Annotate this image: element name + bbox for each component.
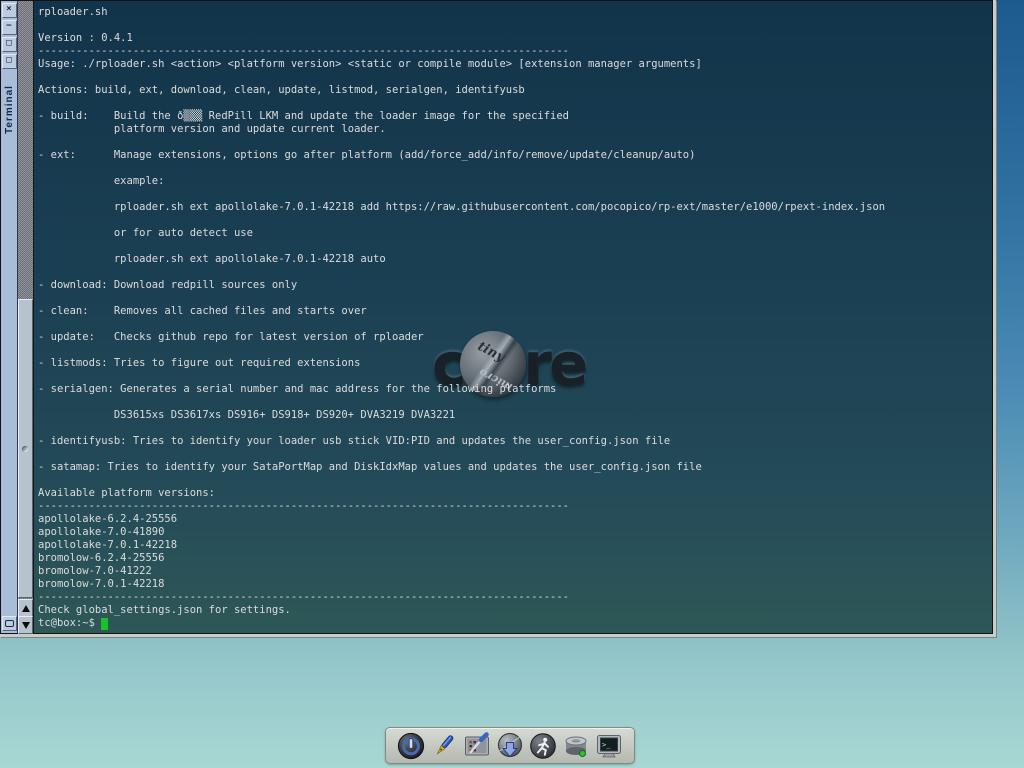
arrow-up-icon <box>22 605 30 612</box>
maximize-icon[interactable]: □ <box>2 37 17 52</box>
terminal-icon: >_ <box>595 732 623 760</box>
mount-icon <box>562 732 590 760</box>
desktop: × − □ □ Terminal c <box>0 0 1024 768</box>
dock-item-control-panel[interactable] <box>463 732 491 760</box>
terminal-cursor <box>101 618 108 630</box>
scroll-down-button[interactable] <box>18 616 33 634</box>
scrollbar-dimple-icon <box>22 446 28 452</box>
scrollbar-thumb[interactable] <box>18 299 33 598</box>
shell-prompt: tc@box:~$ <box>38 617 101 630</box>
dock-bar: >_ <box>385 727 635 764</box>
terminal-text: rploader.sh Version : 0.4.1 ------------… <box>38 6 992 630</box>
pen-icon <box>430 732 458 760</box>
rounded-square-icon <box>5 620 14 627</box>
terminal-scrollbar[interactable] <box>18 1 34 633</box>
arrow-down-icon <box>22 622 30 629</box>
terminal-output: rploader.sh Version : 0.4.1 ------------… <box>38 6 992 617</box>
dock-item-run[interactable] <box>529 732 557 760</box>
terminal-window-inner: × − □ □ Terminal c <box>0 0 993 634</box>
dock-item-terminal[interactable]: >_ <box>595 732 623 760</box>
prompt-line: tc@box:~$ <box>38 617 992 630</box>
terminal-content[interactable]: c tiny micro re rploader.sh Version : 0.… <box>34 1 992 633</box>
apps-download-icon <box>496 732 524 760</box>
control-panel-icon <box>463 732 491 760</box>
titlebar-bottom-button[interactable] <box>2 616 17 631</box>
power-icon <box>397 732 425 760</box>
dock-item-editor[interactable] <box>430 732 458 760</box>
run-icon <box>529 732 557 760</box>
shade-icon[interactable]: □ <box>2 54 17 69</box>
dock-item-power[interactable] <box>397 732 425 760</box>
dock-item-apps[interactable] <box>496 732 524 760</box>
window-title: Terminal <box>4 74 15 134</box>
dock-item-mount[interactable] <box>562 732 590 760</box>
terminal-window: × − □ □ Terminal c <box>0 0 996 637</box>
close-icon[interactable]: × <box>2 3 17 18</box>
scroll-up-button[interactable] <box>18 599 33 617</box>
svg-text:>_: >_ <box>602 741 611 749</box>
iconify-icon[interactable]: − <box>2 20 17 35</box>
terminal-titlebar[interactable]: × − □ □ Terminal <box>1 1 18 633</box>
